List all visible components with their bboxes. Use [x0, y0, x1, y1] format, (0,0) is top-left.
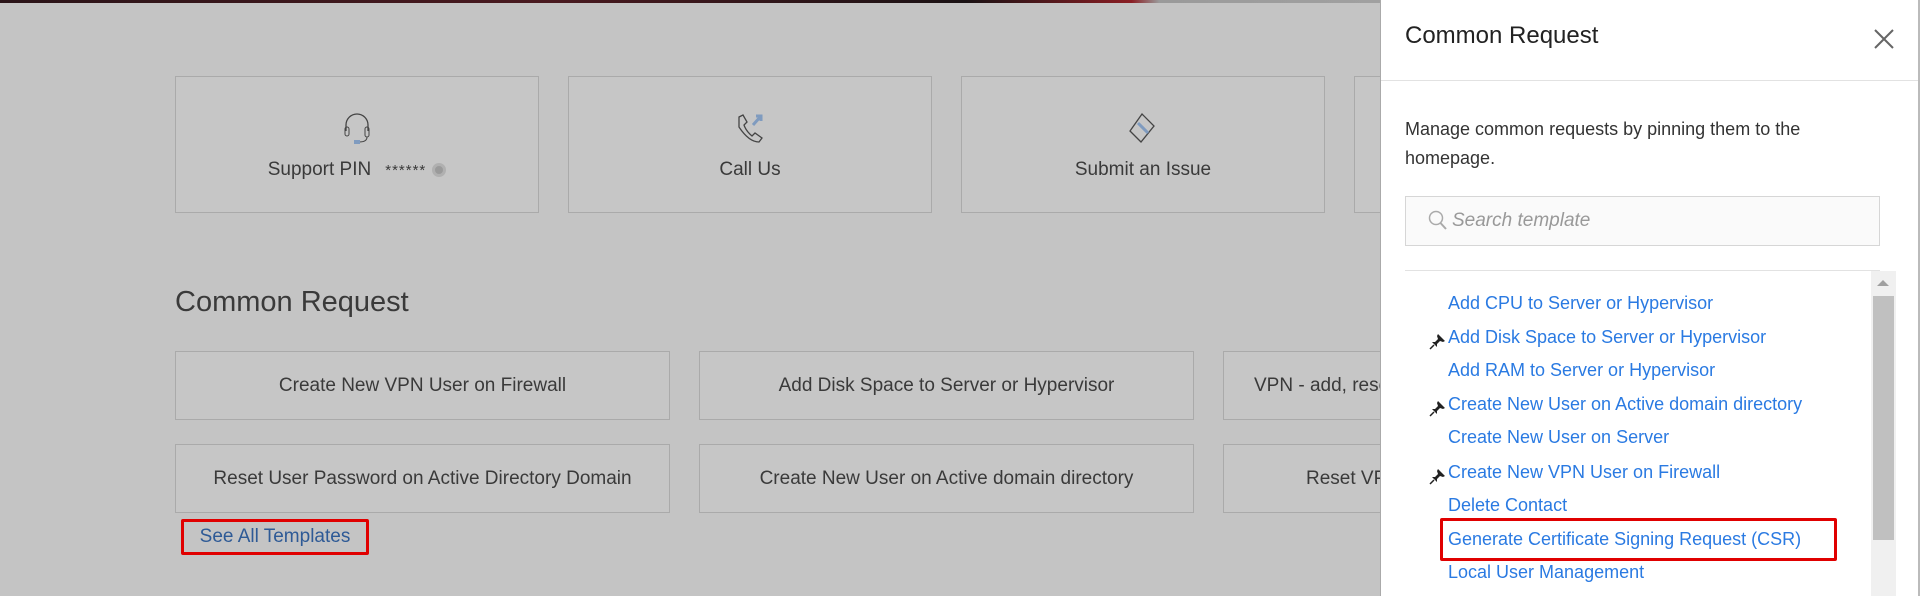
support-pin-value: ******	[385, 162, 427, 179]
call-us-card[interactable]: Call Us	[568, 76, 932, 213]
request-button[interactable]: Add Disk Space to Server or Hypervisor	[699, 351, 1194, 420]
template-item[interactable]: Add CPU to Server or Hypervisor	[1448, 293, 1713, 314]
close-icon[interactable]	[1871, 26, 1897, 52]
request-button[interactable]: Create New User on Active domain directo…	[699, 444, 1194, 513]
template-item[interactable]: Create New User on Active domain directo…	[1448, 394, 1802, 415]
scroll-up-arrow-icon[interactable]	[1877, 280, 1889, 286]
pin-icon[interactable]	[1429, 332, 1447, 350]
list-divider	[1405, 270, 1880, 271]
headset-icon	[176, 111, 538, 145]
phone-icon	[569, 111, 931, 145]
eye-icon[interactable]	[432, 162, 447, 177]
scrollbar-thumb[interactable]	[1873, 296, 1894, 540]
template-item[interactable]: Add Disk Space to Server or Hypervisor	[1448, 327, 1766, 348]
ticket-icon	[962, 111, 1324, 145]
top-brand-bar	[0, 0, 1380, 3]
see-all-templates-link[interactable]: See All Templates	[181, 519, 369, 555]
submit-issue-card[interactable]: Submit an Issue	[961, 76, 1325, 213]
template-item[interactable]: Add RAM to Server or Hypervisor	[1448, 360, 1715, 381]
common-request-heading: Common Request	[175, 286, 409, 318]
template-item[interactable]: Create New User on Server	[1448, 427, 1669, 448]
pin-icon[interactable]	[1429, 399, 1447, 417]
common-request-panel: Common Request Manage common requests by…	[1380, 0, 1920, 596]
scrollbar[interactable]	[1871, 271, 1896, 596]
support-pin-card[interactable]: Support PIN ******	[175, 76, 539, 213]
request-button[interactable]: Create New VPN User on Firewall	[175, 351, 670, 420]
panel-title: Common Request	[1405, 22, 1599, 49]
search-input[interactable]	[1452, 210, 1852, 232]
panel-description: Manage common requests by pinning them t…	[1405, 119, 1801, 168]
request-button[interactable]: Reset User Password on Active Directory …	[175, 444, 670, 513]
submit-issue-label: Submit an Issue	[1074, 159, 1212, 180]
highlight-box	[1440, 518, 1837, 561]
template-item[interactable]: Delete Contact	[1448, 495, 1567, 516]
search-field[interactable]	[1405, 196, 1880, 246]
template-item[interactable]: Create New VPN User on Firewall	[1448, 462, 1720, 483]
header-divider	[1381, 80, 1918, 81]
support-pin-label: Support PIN	[267, 159, 372, 180]
search-icon	[1428, 210, 1447, 230]
call-us-label: Call Us	[719, 159, 781, 180]
template-item[interactable]: Local User Management	[1448, 562, 1644, 583]
pin-icon[interactable]	[1429, 467, 1447, 485]
